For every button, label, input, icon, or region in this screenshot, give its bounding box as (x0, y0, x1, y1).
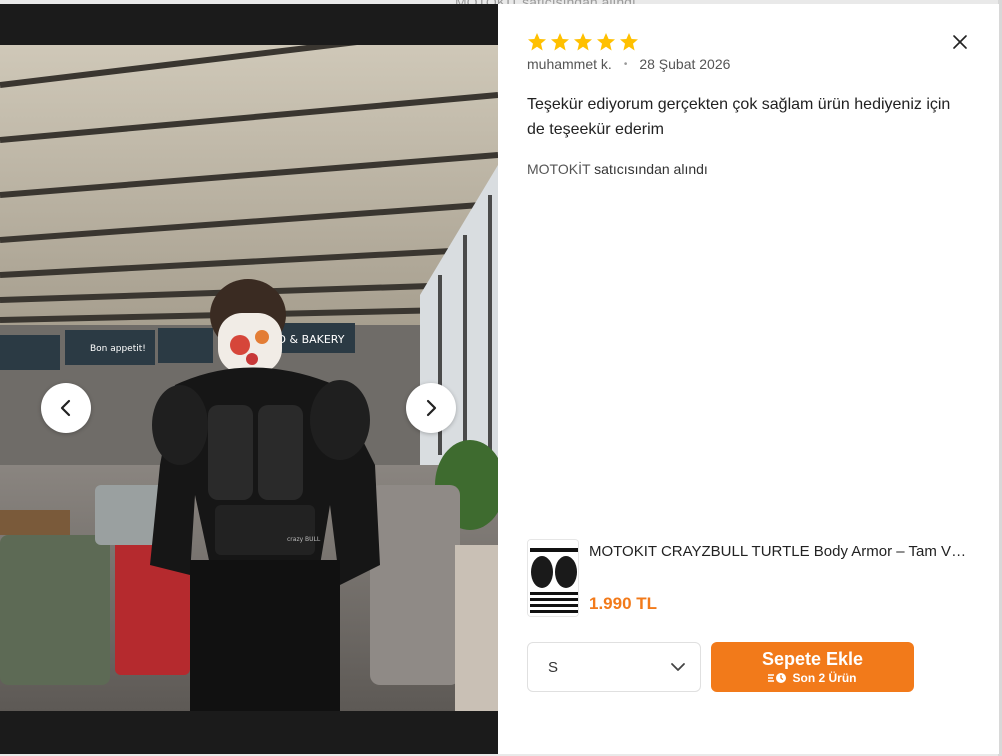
product-price: 1.990 TL (589, 594, 658, 613)
review-modal: Bon appetit! AD & BAKERY crazy BULL muha… (0, 4, 999, 754)
review-details-panel: muhammet k. • 28 Şubat 2026 Teşekür ediy… (498, 4, 999, 754)
star-icon (597, 33, 615, 51)
seller-suffix: satıcısından alındı (594, 161, 708, 177)
star-icon (574, 33, 592, 51)
size-select-value: S (548, 658, 559, 676)
star-icon (620, 33, 638, 51)
review-photo-gallery: Bon appetit! AD & BAKERY crazy BULL (0, 4, 498, 754)
rating-stars (527, 32, 639, 52)
stock-clock-icon (768, 673, 787, 683)
previous-photo-button[interactable] (41, 383, 91, 433)
photo-sign-bon-appetit: Bon appetit! (90, 344, 146, 354)
seller-name[interactable]: MOTOKİT (527, 161, 590, 177)
chevron-left-icon (60, 399, 71, 417)
seller-info: MOTOKİT satıcısından alındı (527, 161, 708, 177)
chevron-right-icon (426, 399, 437, 417)
stock-label: Son 2 Ürün (792, 671, 857, 685)
close-button[interactable] (948, 30, 972, 54)
chevron-down-icon (671, 663, 685, 671)
add-to-cart-label: Sepete Ekle (761, 649, 864, 669)
size-select[interactable]: S (527, 642, 701, 692)
photo-armor-brand: crazy BULL (287, 536, 321, 543)
review-author: muhammet k. (527, 56, 612, 72)
product-title[interactable]: MOTOKIT CRAYZBULL TURTLE Body Armor – Ta… (589, 543, 969, 560)
review-date: 28 Şubat 2026 (639, 56, 731, 72)
star-icon (551, 33, 569, 51)
product-thumbnail-image (528, 540, 578, 616)
meta-separator: • (623, 58, 628, 70)
star-icon (528, 33, 546, 51)
product-card[interactable]: MOTOKIT CRAYZBULL TURTLE Body Armor – Ta… (527, 539, 972, 619)
add-to-cart-button[interactable]: Sepete Ekle Son 2 Ürün (711, 642, 914, 692)
review-photo: Bon appetit! AD & BAKERY crazy BULL (0, 45, 498, 711)
next-photo-button[interactable] (406, 383, 456, 433)
review-text: Teşekür ediyorum gerçekten çok sağlam ür… (527, 96, 951, 138)
review-photo-image: Bon appetit! AD & BAKERY crazy BULL (0, 45, 498, 711)
review-meta: muhammet k. • 28 Şubat 2026 (527, 56, 730, 72)
close-icon (953, 35, 967, 49)
product-thumbnail[interactable] (527, 539, 579, 617)
stock-info: Son 2 Ürün (768, 671, 857, 685)
